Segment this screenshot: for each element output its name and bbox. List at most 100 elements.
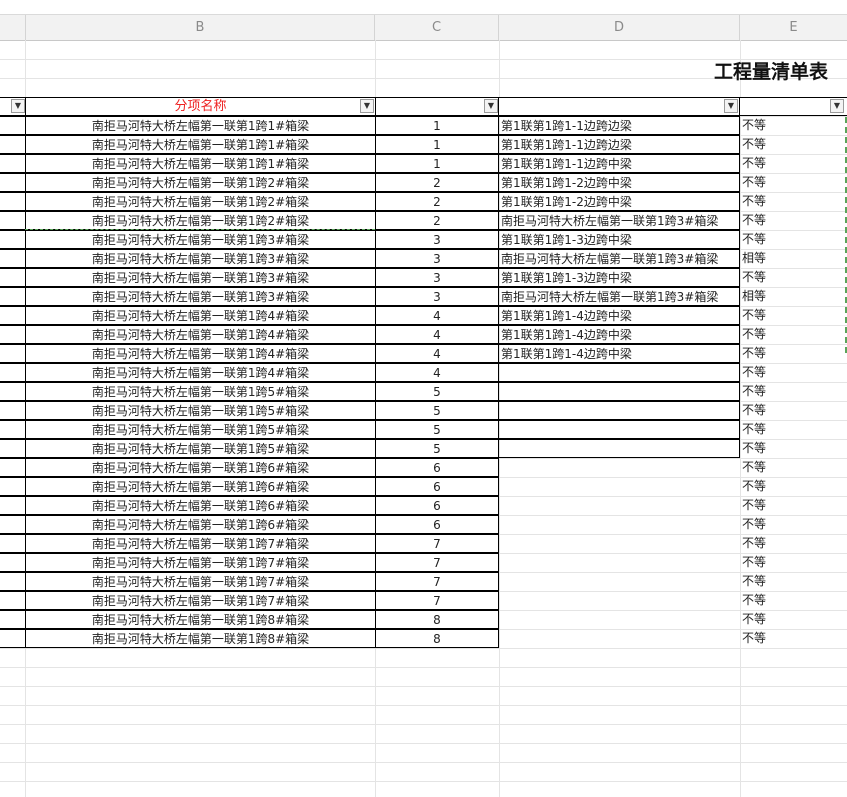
span-number-cell[interactable]: 6 — [375, 458, 499, 477]
compare-result-cell[interactable]: 不等 — [740, 135, 847, 154]
compare-result-cell[interactable]: 不等 — [740, 439, 847, 458]
span-number-cell[interactable]: 1 — [375, 116, 499, 135]
compare-result-cell[interactable]: 不等 — [740, 458, 847, 477]
compare-result-cell[interactable]: 不等 — [740, 154, 847, 173]
span-number-cell[interactable]: 4 — [375, 344, 499, 363]
beam-desc-cell[interactable]: 第1联第1跨1-1边跨中梁 — [498, 154, 740, 173]
span-number-cell[interactable]: 4 — [375, 306, 499, 325]
span-number-cell[interactable]: 2 — [375, 173, 499, 192]
span-number-cell[interactable]: 5 — [375, 439, 499, 458]
row-cell-a[interactable] — [0, 154, 26, 173]
column-header-d[interactable]: D — [499, 15, 740, 40]
beam-desc-cell[interactable]: 第1联第1跨1-3边跨中梁 — [498, 268, 740, 287]
row-cell-a[interactable] — [0, 192, 26, 211]
item-name-cell[interactable]: 南拒马河特大桥左幅第一联第1跨1#箱梁 — [25, 116, 376, 135]
row-cell-a[interactable] — [0, 458, 26, 477]
row-cell-a[interactable] — [0, 249, 26, 268]
compare-result-cell[interactable]: 相等 — [740, 287, 847, 306]
row-cell-a[interactable] — [0, 211, 26, 230]
compare-result-cell[interactable]: 不等 — [740, 268, 847, 287]
item-name-cell[interactable]: 南拒马河特大桥左幅第一联第1跨7#箱梁 — [25, 534, 376, 553]
row-cell-a[interactable] — [0, 439, 26, 458]
item-name-cell[interactable]: 南拒马河特大桥左幅第一联第1跨5#箱梁 — [25, 420, 376, 439]
row-cell-a[interactable] — [0, 553, 26, 572]
row-cell-a[interactable] — [0, 135, 26, 154]
row-cell-a[interactable] — [0, 610, 26, 629]
item-name-cell[interactable]: 南拒马河特大桥左幅第一联第1跨4#箱梁 — [25, 306, 376, 325]
item-name-cell[interactable]: 南拒马河特大桥左幅第一联第1跨3#箱梁 — [25, 230, 376, 249]
beam-desc-cell[interactable]: 第1联第1跨1-2边跨中梁 — [498, 173, 740, 192]
beam-desc-cell[interactable] — [498, 439, 740, 458]
span-number-cell[interactable]: 6 — [375, 496, 499, 515]
item-name-cell[interactable]: 南拒马河特大桥左幅第一联第1跨3#箱梁 — [25, 287, 376, 306]
row-cell-a[interactable] — [0, 306, 26, 325]
span-number-cell[interactable]: 2 — [375, 192, 499, 211]
item-name-cell[interactable]: 南拒马河特大桥左幅第一联第1跨7#箱梁 — [25, 553, 376, 572]
span-number-cell[interactable]: 5 — [375, 420, 499, 439]
span-number-cell[interactable]: 8 — [375, 610, 499, 629]
item-name-cell[interactable]: 南拒马河特大桥左幅第一联第1跨2#箱梁 — [25, 211, 376, 230]
column-header-e[interactable]: E — [740, 15, 847, 40]
compare-result-cell[interactable]: 不等 — [740, 192, 847, 211]
span-number-cell[interactable]: 7 — [375, 534, 499, 553]
compare-result-cell[interactable]: 不等 — [740, 382, 847, 401]
span-number-cell[interactable]: 3 — [375, 249, 499, 268]
item-name-cell[interactable]: 南拒马河特大桥左幅第一联第1跨8#箱梁 — [25, 629, 376, 648]
item-name-cell[interactable]: 南拒马河特大桥左幅第一联第1跨4#箱梁 — [25, 325, 376, 344]
compare-result-cell[interactable]: 不等 — [740, 230, 847, 249]
row-cell-a[interactable] — [0, 287, 26, 306]
compare-result-cell[interactable]: 不等 — [740, 496, 847, 515]
row-cell-a[interactable] — [0, 116, 26, 135]
item-name-cell[interactable]: 南拒马河特大桥左幅第一联第1跨5#箱梁 — [25, 439, 376, 458]
filter-dropdown-icon[interactable]: ▼ — [11, 99, 25, 113]
filter-dropdown-icon[interactable]: ▼ — [360, 99, 374, 113]
beam-desc-cell[interactable] — [498, 382, 740, 401]
item-name-cell[interactable]: 南拒马河特大桥左幅第一联第1跨6#箱梁 — [25, 515, 376, 534]
span-number-cell[interactable]: 7 — [375, 553, 499, 572]
row-cell-a[interactable] — [0, 496, 26, 515]
beam-desc-cell[interactable]: 南拒马河特大桥左幅第一联第1跨3#箱梁 — [498, 211, 740, 230]
beam-desc-cell[interactable]: 南拒马河特大桥左幅第一联第1跨3#箱梁 — [498, 249, 740, 268]
item-name-cell[interactable]: 南拒马河特大桥左幅第一联第1跨5#箱梁 — [25, 382, 376, 401]
span-number-cell[interactable]: 4 — [375, 363, 499, 382]
compare-result-cell[interactable]: 不等 — [740, 325, 847, 344]
item-name-cell[interactable]: 南拒马河特大桥左幅第一联第1跨1#箱梁 — [25, 135, 376, 154]
item-name-cell[interactable]: 南拒马河特大桥左幅第一联第1跨7#箱梁 — [25, 591, 376, 610]
item-name-cell[interactable]: 南拒马河特大桥左幅第一联第1跨3#箱梁 — [25, 268, 376, 287]
filter-active-icon[interactable]: ▼ — [830, 99, 844, 113]
column-header-c[interactable]: C — [375, 15, 499, 40]
span-number-cell[interactable]: 3 — [375, 268, 499, 287]
row-cell-a[interactable] — [0, 230, 26, 249]
beam-desc-cell[interactable]: 第1联第1跨1-4边跨中梁 — [498, 306, 740, 325]
row-cell-a[interactable] — [0, 344, 26, 363]
compare-result-cell[interactable]: 不等 — [740, 591, 847, 610]
row-cell-a[interactable] — [0, 572, 26, 591]
span-number-cell[interactable]: 3 — [375, 287, 499, 306]
column-header-b[interactable]: B — [26, 15, 375, 40]
beam-desc-cell[interactable] — [498, 363, 740, 382]
compare-result-cell[interactable]: 不等 — [740, 344, 847, 363]
beam-desc-cell[interactable]: 第1联第1跨1-3边跨中梁 — [498, 230, 740, 249]
beam-desc-cell[interactable]: 南拒马河特大桥左幅第一联第1跨3#箱梁 — [498, 287, 740, 306]
item-name-cell[interactable]: 南拒马河特大桥左幅第一联第1跨7#箱梁 — [25, 572, 376, 591]
compare-result-cell[interactable]: 不等 — [740, 211, 847, 230]
row-cell-a[interactable] — [0, 382, 26, 401]
span-number-cell[interactable]: 5 — [375, 382, 499, 401]
compare-result-cell[interactable]: 不等 — [740, 572, 847, 591]
row-cell-a[interactable] — [0, 173, 26, 192]
span-number-cell[interactable]: 1 — [375, 135, 499, 154]
row-cell-a[interactable] — [0, 363, 26, 382]
compare-result-cell[interactable]: 不等 — [740, 116, 847, 135]
span-number-cell[interactable]: 6 — [375, 477, 499, 496]
item-name-cell[interactable]: 南拒马河特大桥左幅第一联第1跨6#箱梁 — [25, 477, 376, 496]
row-cell-a[interactable] — [0, 401, 26, 420]
span-number-cell[interactable]: 8 — [375, 629, 499, 648]
item-name-cell[interactable]: 南拒马河特大桥左幅第一联第1跨3#箱梁 — [25, 249, 376, 268]
beam-desc-cell[interactable]: 第1联第1跨1-2边跨中梁 — [498, 192, 740, 211]
span-number-cell[interactable]: 7 — [375, 572, 499, 591]
compare-result-cell[interactable]: 不等 — [740, 401, 847, 420]
compare-result-cell[interactable]: 不等 — [740, 173, 847, 192]
item-name-cell[interactable]: 南拒马河特大桥左幅第一联第1跨8#箱梁 — [25, 610, 376, 629]
span-number-cell[interactable]: 3 — [375, 230, 499, 249]
row-cell-a[interactable] — [0, 515, 26, 534]
